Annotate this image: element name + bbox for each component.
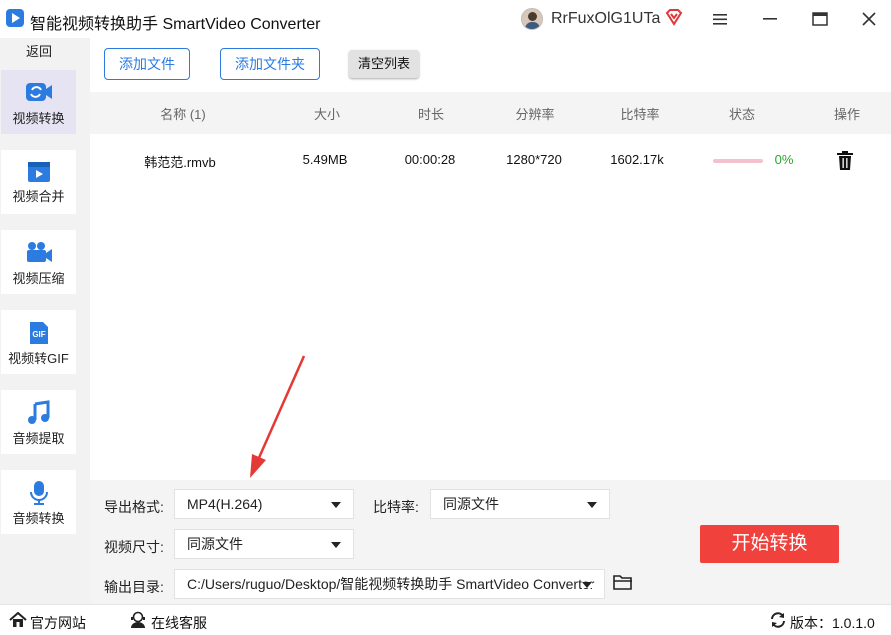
- chevron-down-icon: [582, 582, 592, 588]
- chevron-down-icon: [331, 502, 341, 508]
- format-select[interactable]: MP4(H.264): [174, 489, 354, 519]
- format-label: 导出格式:: [104, 499, 164, 515]
- file-name: 韩范范.rmvb: [144, 155, 216, 170]
- sidebar-item-label: 视频压缩: [12, 271, 65, 286]
- title-bar: 智能视频转换助手 SmartVideo Converter RrFuxOlG1U…: [0, 0, 891, 38]
- support-agent-icon: [130, 611, 146, 634]
- bitrate-label: 比特率:: [373, 499, 419, 515]
- clear-list-button[interactable]: 清空列表: [349, 50, 419, 78]
- sidebar-item-video-convert[interactable]: 视频转换: [1, 70, 76, 134]
- progress-bar: [713, 159, 763, 163]
- column-header-name[interactable]: 名称 (1): [150, 104, 216, 123]
- size-label: 视频尺寸:: [104, 539, 164, 555]
- music-note-icon: [27, 400, 49, 424]
- sidebar-item-video-to-gif[interactable]: GIF 视频转GIF: [1, 310, 76, 374]
- sidebar-item-label: 视频转换: [12, 111, 65, 126]
- add-file-button[interactable]: 添加文件: [104, 48, 190, 80]
- microphone-icon: [29, 481, 48, 505]
- column-header-size: 大小: [313, 107, 340, 122]
- online-support-link[interactable]: 在线客服: [151, 613, 207, 633]
- sidebar-item-label: 视频转GIF: [8, 351, 69, 366]
- bitrate-select[interactable]: 同源文件: [430, 489, 610, 519]
- file-resolution: 1280*720: [506, 152, 562, 167]
- sidebar-item-label: 视频合并: [12, 189, 65, 204]
- close-icon[interactable]: [858, 8, 880, 30]
- bitrate-value: 同源文件: [443, 496, 499, 512]
- size-select[interactable]: 同源文件: [174, 529, 354, 559]
- folder-icon[interactable]: [613, 573, 633, 596]
- sidebar-item-audio-extract[interactable]: 音频提取: [1, 390, 76, 454]
- video-convert-icon: [25, 83, 52, 101]
- menu-icon[interactable]: [709, 8, 731, 30]
- refresh-icon[interactable]: [769, 612, 787, 633]
- chevron-down-icon: [587, 502, 597, 508]
- avatar[interactable]: [521, 8, 543, 30]
- sidebar-item-video-merge[interactable]: 视频合并: [1, 150, 76, 214]
- chevron-down-icon: [331, 542, 341, 548]
- official-website-link[interactable]: 官方网站: [30, 613, 86, 633]
- trash-icon[interactable]: [836, 151, 854, 175]
- size-value: 同源文件: [187, 536, 243, 552]
- output-label: 输出目录:: [104, 579, 164, 595]
- back-button[interactable]: 返回: [0, 40, 78, 64]
- column-header-actions: 操作: [833, 107, 860, 122]
- video-merge-icon: [27, 162, 50, 182]
- video-compress-icon: [26, 242, 52, 262]
- column-header-bitrate: 比特率: [620, 107, 660, 122]
- app-title: 智能视频转换助手 SmartVideo Converter: [30, 16, 321, 33]
- file-bitrate: 1602.17k: [610, 152, 664, 167]
- output-path-select[interactable]: C:/Users/ruguo/Desktop/智能视频转换助手 SmartVid…: [174, 569, 605, 599]
- app-logo-icon: [6, 9, 24, 27]
- column-header-resolution: 分辨率: [515, 107, 555, 122]
- gif-icon: GIF: [29, 322, 48, 344]
- format-value: MP4(H.264): [187, 496, 263, 512]
- start-convert-button[interactable]: 开始转换: [700, 525, 839, 563]
- add-folder-button[interactable]: 添加文件夹: [220, 48, 320, 80]
- version-label: 版本：1.0.1.0: [790, 615, 875, 631]
- column-header-duration: 时长: [417, 107, 444, 122]
- minimize-icon[interactable]: [759, 8, 781, 30]
- vip-badge-icon[interactable]: [665, 8, 683, 31]
- file-duration: 00:00:28: [404, 152, 456, 167]
- username[interactable]: RrFuxOlG1UTa: [551, 10, 660, 28]
- sidebar-item-video-compress[interactable]: 视频压缩: [1, 230, 76, 294]
- progress-percent: 0%: [774, 152, 794, 167]
- maximize-icon[interactable]: [809, 8, 831, 30]
- sidebar-item-label: 音频提取: [12, 431, 65, 446]
- annotation-arrow: [250, 355, 306, 478]
- column-header-status: 状态: [728, 107, 755, 122]
- svg-text:GIF: GIF: [32, 330, 45, 339]
- output-path-value: C:/Users/ruguo/Desktop/智能视频转换助手 SmartVid…: [187, 576, 595, 592]
- sidebar-item-label: 音频转换: [12, 511, 65, 526]
- sidebar-item-audio-convert[interactable]: 音频转换: [1, 470, 76, 534]
- file-size: 5.49MB: [302, 152, 348, 167]
- home-icon: [9, 611, 27, 633]
